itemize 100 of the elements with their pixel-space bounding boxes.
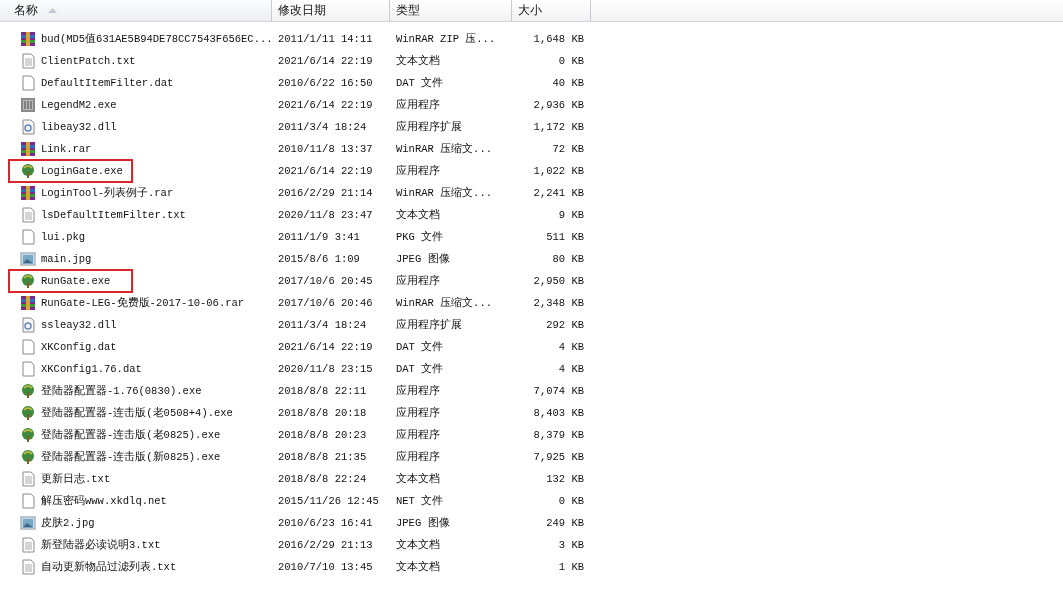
file-name[interactable]: main.jpg — [41, 253, 92, 265]
file-name[interactable]: libeay32.dll — [41, 121, 117, 133]
file-type: 应用程序 — [395, 450, 441, 464]
archive-icon — [20, 295, 36, 311]
file-type: DAT 文件 — [395, 76, 445, 90]
file-name[interactable]: 登陆器配置器-连击版(老0825).exe — [41, 428, 221, 442]
file-name[interactable]: LoginGate.exe — [41, 165, 123, 177]
modified-date: 2015/11/26 12:45 — [277, 495, 380, 507]
modified-date: 2018/8/8 20:18 — [277, 407, 368, 419]
file-name[interactable]: lui.pkg — [41, 231, 86, 243]
file-name[interactable]: 解压密码www.xkdlq.net — [41, 494, 167, 508]
image-file-icon — [20, 515, 36, 531]
column-header[interactable]: 修改日期 — [272, 0, 390, 21]
file-name[interactable]: 自动更新物品过滤列表.txt — [41, 560, 177, 574]
blank-file-icon — [20, 75, 36, 91]
tree-icon — [20, 383, 36, 399]
file-type: 应用程序 — [395, 98, 441, 112]
modified-date: 2018/8/8 22:11 — [277, 385, 368, 397]
file-name[interactable]: 皮肤2.jpg — [41, 516, 95, 530]
modified-date: 2018/8/8 20:23 — [277, 429, 368, 441]
file-name[interactable]: XKConfig.dat — [41, 341, 117, 353]
file-name[interactable]: 登陆器配置器-1.76(0830).exe — [41, 384, 202, 398]
file-name[interactable]: RunGate-LEG-免费版-2017-10-06.rar — [41, 296, 245, 310]
modified-date: 2011/3/4 18:24 — [277, 121, 368, 133]
column-header[interactable]: 类型 — [390, 0, 512, 21]
file-type: WinRAR 压缩文... — [395, 296, 493, 310]
file-size: 249 KB — [545, 517, 584, 529]
file-type: 应用程序 — [395, 384, 441, 398]
file-type: NET 文件 — [395, 494, 445, 508]
modified-date: 2011/3/4 18:24 — [277, 319, 368, 331]
file-name[interactable]: 登陆器配置器-连击版(新0825).exe — [41, 450, 221, 464]
tree-icon — [20, 163, 36, 179]
file-size: 2,348 KB — [532, 297, 584, 309]
column-header[interactable]: 名称 — [0, 0, 272, 21]
file-size: 8,403 KB — [532, 407, 584, 419]
file-type: JPEG 图像 — [395, 252, 451, 266]
application-icon — [20, 97, 36, 113]
file-type: 文本文档 — [395, 560, 441, 574]
file-type: DAT 文件 — [395, 340, 445, 354]
file-size: 7,074 KB — [532, 385, 584, 397]
modified-date: 2010/11/8 13:37 — [277, 143, 374, 155]
text-file-icon — [20, 471, 36, 487]
file-size: 7,925 KB — [532, 451, 584, 463]
modified-date: 2021/6/14 22:19 — [277, 165, 374, 177]
file-name[interactable]: 更新日志.txt — [41, 472, 111, 486]
modified-date: 2021/6/14 22:19 — [277, 55, 374, 67]
file-name[interactable]: lsDefaultItemFilter.txt — [41, 209, 186, 221]
modified-date: 2010/7/10 13:45 — [277, 561, 374, 573]
file-size: 2,950 KB — [532, 275, 584, 287]
blank-file-icon — [20, 493, 36, 509]
file-size: 1,648 KB — [532, 33, 584, 45]
file-size: 1,172 KB — [532, 121, 584, 133]
modified-date: 2011/1/9 3:41 — [277, 231, 361, 243]
file-name[interactable]: ClientPatch.txt — [41, 55, 136, 67]
tree-icon — [20, 427, 36, 443]
modified-date: 2010/6/23 16:41 — [277, 517, 374, 529]
file-name[interactable]: RunGate.exe — [41, 275, 111, 287]
file-size: 40 KB — [551, 77, 584, 89]
modified-date: 2020/11/8 23:47 — [277, 209, 374, 221]
file-name[interactable]: LoginTool-列表例子.rar — [41, 186, 174, 200]
file-type: 文本文档 — [395, 208, 441, 222]
file-name[interactable]: ssleay32.dll — [41, 319, 117, 331]
file-type: 文本文档 — [395, 538, 441, 552]
file-size: 4 KB — [557, 341, 584, 353]
file-name[interactable]: 登陆器配置器-连击版(老0508+4).exe — [41, 406, 233, 420]
file-type: DAT 文件 — [395, 362, 445, 376]
file-name[interactable]: LegendM2.exe — [41, 99, 117, 111]
file-type: JPEG 图像 — [395, 516, 451, 530]
modified-date: 2016/2/29 21:13 — [277, 539, 374, 551]
file-size: 0 KB — [557, 55, 584, 67]
blank-file-icon — [20, 361, 36, 377]
tree-icon — [20, 449, 36, 465]
file-size: 2,241 KB — [532, 187, 584, 199]
file-size: 292 KB — [545, 319, 584, 331]
file-size: 3 KB — [557, 539, 584, 551]
file-type: WinRAR 压缩文... — [395, 186, 493, 200]
blank-file-icon — [20, 229, 36, 245]
modified-date: 2017/10/6 20:45 — [277, 275, 374, 287]
modified-date: 2017/10/6 20:46 — [277, 297, 374, 309]
file-name[interactable]: XKConfig1.76.dat — [41, 363, 142, 375]
file-type: 应用程序扩展 — [395, 120, 463, 134]
file-name[interactable]: bud(MD5值631AE5B94DE78CC7543F656EC... — [41, 32, 273, 46]
file-name[interactable]: 新登陆器必读说明3.txt — [41, 538, 161, 552]
file-size: 132 KB — [545, 473, 584, 485]
file-type: WinRAR ZIP 压... — [395, 32, 497, 46]
archive-icon — [20, 185, 36, 201]
file-type: 应用程序 — [395, 274, 441, 288]
modified-date: 2016/2/29 21:14 — [277, 187, 374, 199]
tree-icon — [20, 405, 36, 421]
modified-date: 2010/6/22 16:50 — [277, 77, 374, 89]
column-header[interactable]: 大小 — [512, 0, 591, 21]
modified-date: 2018/8/8 21:35 — [277, 451, 368, 463]
file-type: 应用程序 — [395, 164, 441, 178]
file-name[interactable]: DefaultItemFilter.dat — [41, 77, 174, 89]
file-type: 文本文档 — [395, 472, 441, 486]
text-file-icon — [20, 537, 36, 553]
file-size: 80 KB — [551, 253, 584, 265]
file-size: 8,379 KB — [532, 429, 584, 441]
file-name[interactable]: Link.rar — [41, 143, 92, 155]
file-size: 1 KB — [557, 561, 584, 573]
